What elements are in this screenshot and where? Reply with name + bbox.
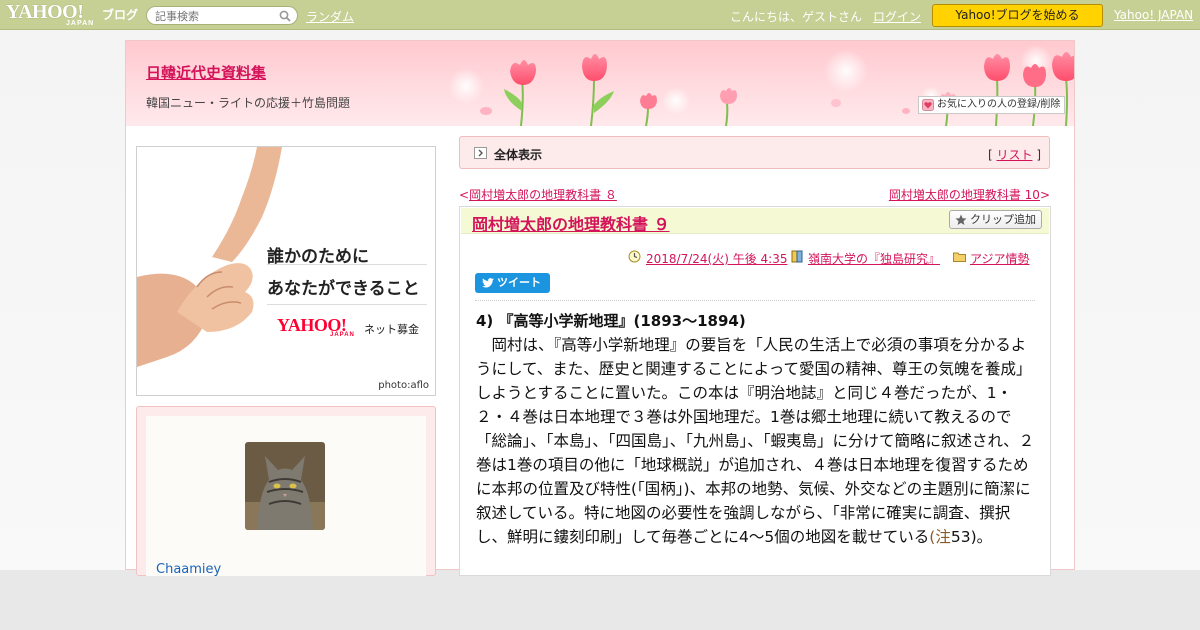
ad-headline-line1: 誰かのために	[267, 247, 369, 267]
prev-article-title: 岡村増太郎の地理教科書 ８	[469, 188, 617, 202]
hands-illustration	[137, 147, 282, 367]
list-bracket-open: [	[987, 148, 993, 162]
yahoo-japan-link[interactable]: Yahoo! JAPAN	[1114, 8, 1193, 22]
profile-username[interactable]: Chaamiey	[156, 562, 221, 577]
search-input[interactable]	[155, 9, 280, 23]
favorite-register-button[interactable]: お気に入りの人の登録/削除	[918, 96, 1065, 114]
article-book-link[interactable]: 嶺南大学の『独島研究』	[808, 250, 940, 267]
search-box	[146, 6, 298, 25]
clip-add-label: クリップ追加	[970, 213, 1036, 226]
profile-panel: Chaamiey	[136, 406, 436, 577]
next-article-link[interactable]: 岡村増太郎の地理教科書 10>	[889, 186, 1050, 203]
top-navigation-bar: YAHOO! JAPAN ブログ ランダム こんにちは、ゲストさん ログイン Y…	[0, 0, 1200, 30]
logo-sub-text: JAPAN	[66, 20, 95, 27]
next-article-title: 岡村増太郎の地理教科書 10	[888, 188, 1040, 202]
article-paragraph: 岡村は、『高等小学新地理』の要旨を「人民の生活上で必須の事項を分かるようにして、…	[476, 333, 1038, 549]
footnote-number: 53	[950, 528, 971, 546]
charity-banner-ad[interactable]: 誰かのために あなたができること YAHOO! JAPAN ネット募金 phot…	[136, 146, 436, 396]
ad-rule-bottom	[267, 304, 427, 305]
random-link[interactable]: ランダム	[306, 8, 354, 25]
folder-icon	[953, 252, 966, 262]
twitter-bird-icon	[482, 278, 494, 288]
article-divider	[475, 300, 1035, 301]
logo-blog-text: ブログ	[102, 8, 139, 22]
favorite-register-label: お気に入りの人の登録/削除	[937, 99, 1061, 110]
search-icon[interactable]	[279, 10, 291, 22]
article-paragraph-text: 岡村は、『高等小学新地理』の要旨を「人民の生活上で必須の事項を分かるようにして、…	[476, 336, 1035, 546]
tweet-button[interactable]: ツイート	[475, 273, 550, 293]
ad-headline-line2: あなたができること	[267, 279, 420, 299]
blog-header: 日韓近代史資料集 韓国ニュー・ライトの応援＋竹島問題 お気に入りの人の登録/削除	[126, 41, 1074, 126]
tweet-label: ツイート	[497, 276, 541, 289]
list-link-wrapper: [ リスト ]	[988, 146, 1041, 163]
profile-inner: Chaamiey	[146, 416, 426, 577]
article-category-link[interactable]: アジア情勢	[970, 250, 1030, 267]
article-heading: 4) 『高等小学新地理』(1893～1894)	[476, 312, 746, 330]
blog-subtitle: 韓国ニュー・ライトの応援＋竹島問題	[146, 96, 351, 110]
start-blog-button[interactable]: Yahoo!ブログを始める	[932, 4, 1103, 27]
yahoo-blog-logo[interactable]: YAHOO! JAPAN ブログ	[6, 1, 142, 27]
view-all-bar: 全体表示 [ リスト ]	[459, 136, 1050, 169]
logo-text: YAHOO!	[6, 1, 84, 23]
prev-article-link[interactable]: <岡村増太郎の地理教科書 ８	[459, 186, 617, 203]
view-all-label[interactable]: 全体表示	[494, 146, 542, 163]
ad-photo-credit: photo:aflo	[378, 380, 429, 391]
clip-add-button[interactable]: クリップ追加	[949, 210, 1042, 229]
blog-container: 日韓近代史資料集 韓国ニュー・ライトの応援＋竹島問題 お気に入りの人の登録/削除…	[125, 40, 1075, 577]
footnote-close: )。	[970, 528, 993, 546]
prev-arrow: <	[459, 188, 470, 202]
article-title-bar: 岡村増太郎の地理教科書 ９ クリップ追加	[461, 208, 1049, 234]
list-bracket-close: ]	[1036, 148, 1041, 162]
avatar[interactable]	[245, 442, 325, 530]
article-title[interactable]: 岡村増太郎の地理教科書 ９	[472, 211, 670, 235]
article-panel: 岡村増太郎の地理教科書 ９ クリップ追加 2018/7/24(火) 午後 4:3…	[459, 206, 1051, 576]
arrow-right-icon	[474, 147, 487, 159]
article-date[interactable]: 2018/7/24(火) 午後 4:35	[646, 250, 787, 267]
blog-title-link[interactable]: 日韓近代史資料集	[146, 62, 266, 83]
book-icon	[791, 250, 803, 263]
star-icon	[955, 214, 967, 225]
ad-brand-sub: JAPAN	[330, 332, 355, 338]
clock-icon	[628, 250, 641, 263]
ad-service-name: ネット募金	[364, 323, 419, 336]
footnote-link[interactable]: 注	[935, 528, 951, 546]
greeting-text: こんにちは、ゲストさん	[730, 10, 863, 24]
heart-icon	[922, 99, 934, 111]
next-arrow: >	[1039, 188, 1050, 202]
list-link[interactable]: リスト	[996, 148, 1032, 162]
login-link[interactable]: ログイン	[873, 8, 921, 25]
